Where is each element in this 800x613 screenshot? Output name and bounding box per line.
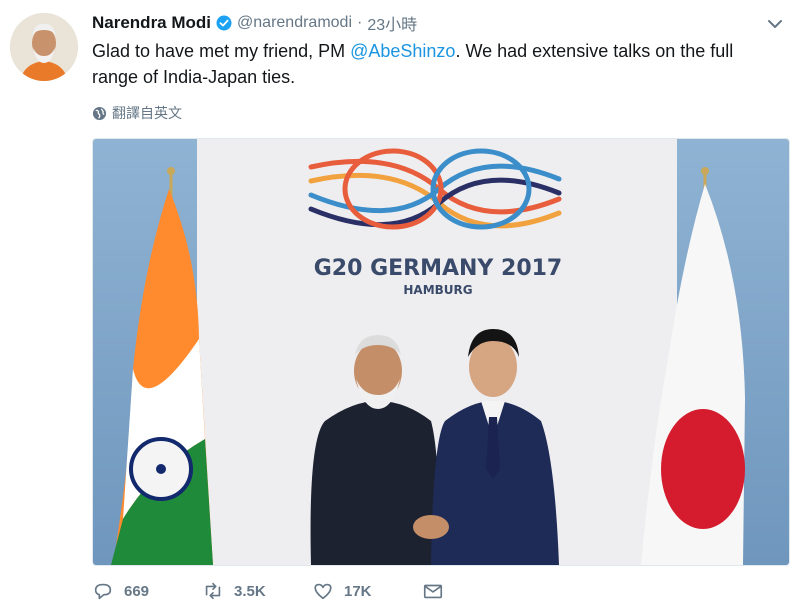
translate-label: 翻譯自英文 [112,105,182,121]
retweet-icon [205,582,221,600]
tweet-photo[interactable]: G20 GERMANY 2017 HAMBURG [92,138,790,566]
chevron-down-icon[interactable] [765,14,785,34]
backdrop-title: G20 GERMANY 2017 [314,256,563,281]
verified-badge-icon [216,15,232,31]
reply-count: 669 [124,582,150,600]
backdrop-subtitle: HAMBURG [403,283,472,297]
separator: · [357,14,363,31]
reply-icon [94,583,112,600]
heart-icon [314,583,332,600]
like-button[interactable]: 17K [312,580,422,602]
message-button[interactable] [422,580,444,602]
mention-link[interactable]: @AbeShinzo [350,41,455,61]
author-handle[interactable]: @narendramodi [237,14,352,32]
retweet-button[interactable]: 3.5K [202,580,312,602]
author-avatar[interactable] [10,13,78,81]
translate-link[interactable]: 翻譯自英文 [92,103,182,123]
envelope-icon [423,584,443,599]
tweet-actions: 669 3.5K 17K [92,580,444,602]
like-count: 17K [344,582,372,600]
retweet-count: 3.5K [234,582,266,600]
tweet-time[interactable]: 23小時 [367,11,417,35]
author-name[interactable]: Narendra Modi [92,13,211,33]
tweet-header: Narendra Modi @narendramodi · 23小時 [92,12,417,34]
g20-meeting-photo: G20 GERMANY 2017 HAMBURG [93,139,789,565]
tweet-card: Narendra Modi @narendramodi · 23小時 Glad … [0,0,800,613]
reply-button[interactable]: 669 [92,580,202,602]
tweet-text: Glad to have met my friend, PM @AbeShinz… [92,38,782,90]
globe-icon [92,106,107,120]
tweet-text-part: Glad to have met my friend, PM [92,41,351,61]
